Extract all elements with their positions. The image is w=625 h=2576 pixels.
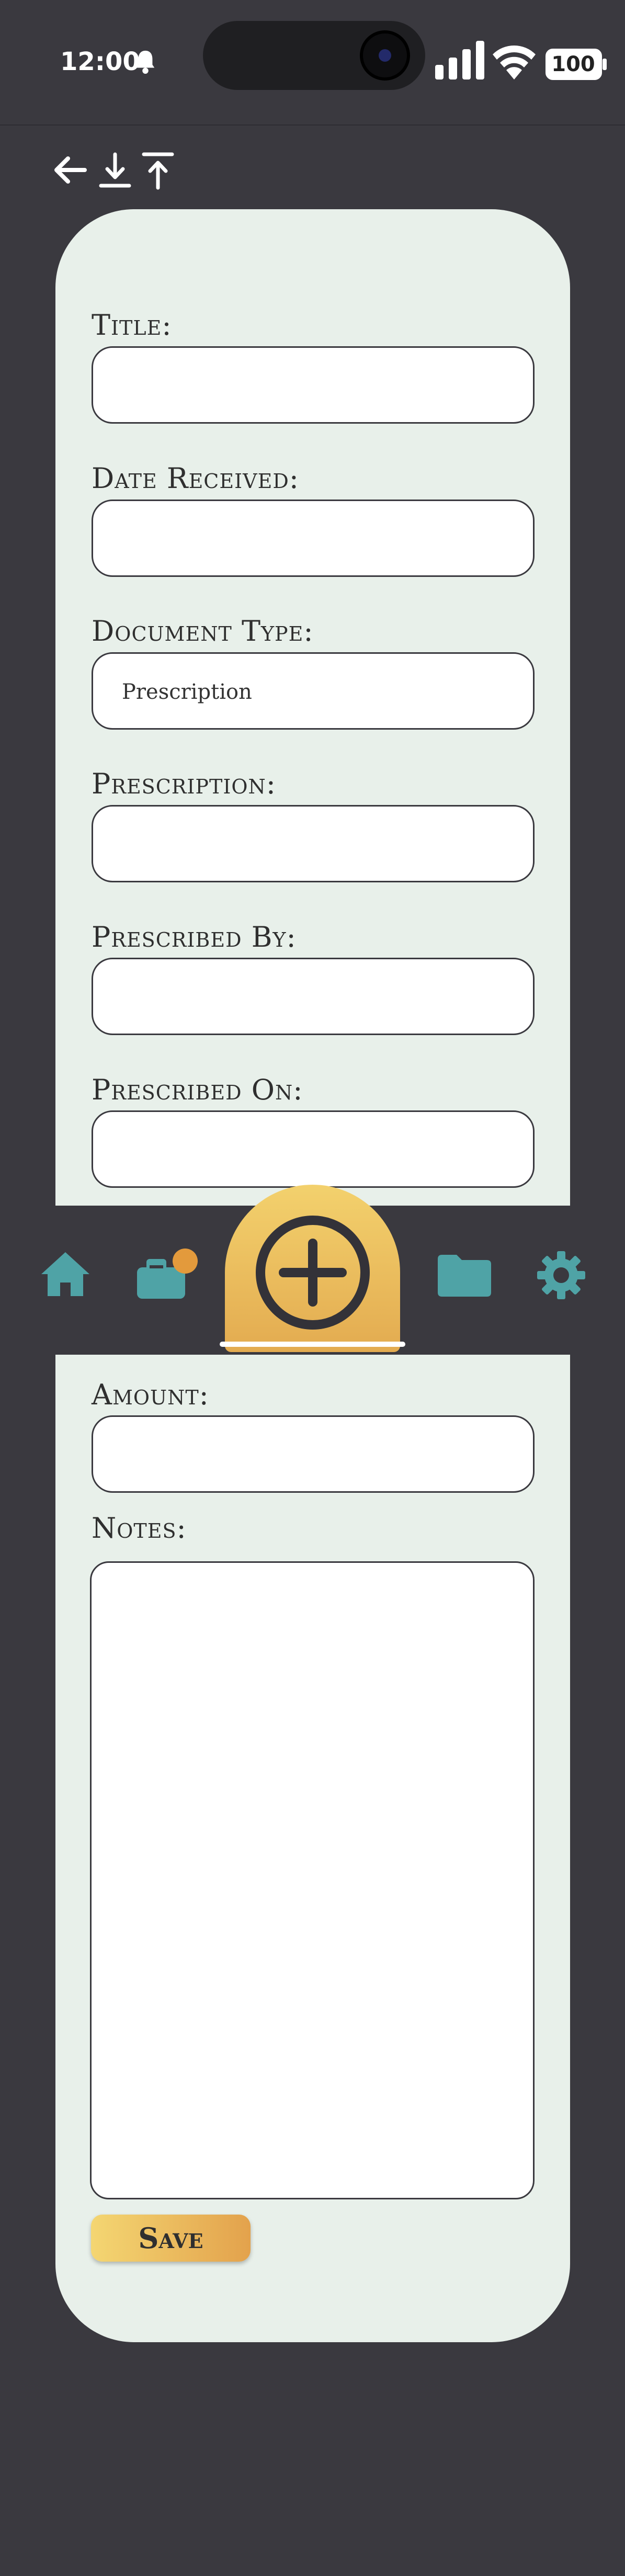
status-bar: 12:00 100	[0, 0, 625, 126]
amount-input[interactable]	[92, 1415, 535, 1493]
prescribed-on-label: Prescribed On:	[92, 1073, 303, 1106]
upload-icon[interactable]	[140, 149, 176, 191]
document-type-value: Prescription	[122, 680, 252, 704]
date-received-label: Date Received:	[92, 462, 299, 495]
camera-icon	[360, 30, 410, 81]
bell-icon	[136, 50, 155, 74]
download-icon[interactable]	[97, 149, 133, 191]
prescribed-by-input[interactable]	[92, 958, 535, 1035]
prescription-label: Prescription:	[92, 767, 276, 800]
notes-label: Notes:	[92, 1512, 187, 1545]
prescription-input[interactable]	[92, 805, 535, 882]
document-type-label: Document Type:	[92, 615, 314, 648]
prescribed-by-label: Prescribed By:	[92, 921, 297, 954]
inbox-icon[interactable]	[135, 1247, 200, 1301]
date-received-input[interactable]	[92, 500, 535, 577]
settings-icon[interactable]	[536, 1250, 586, 1300]
active-tab-indicator	[220, 1342, 405, 1347]
notes-textarea[interactable]	[90, 1561, 535, 2199]
home-icon[interactable]	[39, 1250, 92, 1298]
folder-icon[interactable]	[436, 1253, 493, 1298]
back-arrow-icon[interactable]	[52, 149, 89, 191]
add-icon[interactable]	[255, 1215, 371, 1331]
signal-icon	[435, 41, 484, 80]
title-input[interactable]	[92, 346, 535, 424]
title-label: Title:	[92, 309, 172, 342]
battery-level: 100	[551, 52, 595, 76]
prescribed-on-input[interactable]	[92, 1110, 535, 1188]
wifi-icon	[493, 46, 536, 80]
clock-time: 12:00	[60, 47, 140, 76]
document-type-select[interactable]: Prescription	[92, 652, 535, 730]
save-button[interactable]: Save	[91, 2215, 251, 2262]
amount-label: Amount:	[92, 1378, 209, 1411]
